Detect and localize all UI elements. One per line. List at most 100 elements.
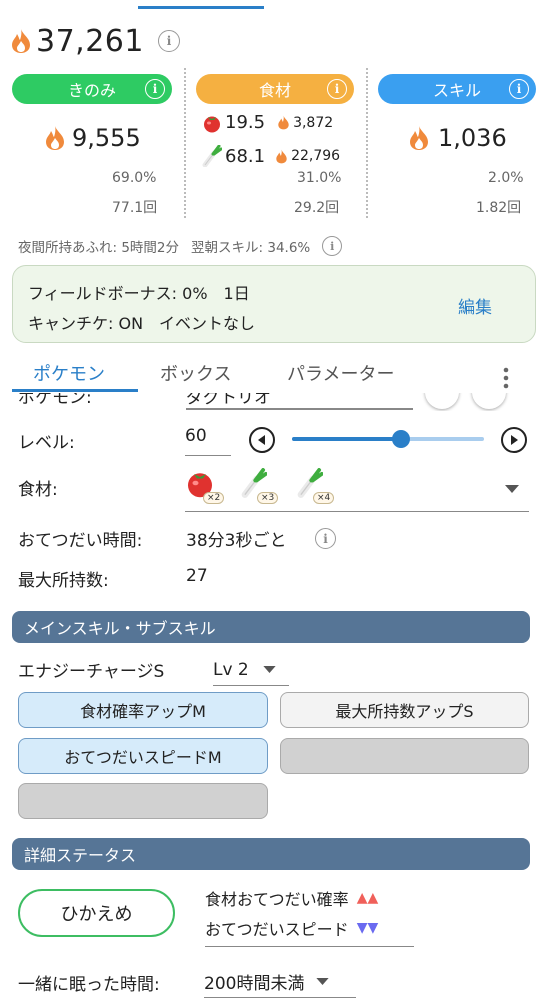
total-strength: 37,261 i [10, 22, 180, 60]
dropdown-caret-icon [505, 485, 519, 493]
ingredient-pill: 食材 i [196, 74, 354, 104]
name-underline [186, 408, 413, 410]
berry-strength: 9,555 [44, 124, 141, 152]
sub-skill-3[interactable]: おてつだいスピードM [18, 738, 268, 774]
sub-skill-2[interactable]: 最大所持数アップS [280, 692, 529, 728]
max-carry-value: 27 [186, 566, 208, 586]
berry-value: 9,555 [72, 124, 141, 152]
fire-icon [12, 29, 30, 53]
nature-down-label: おてつだいスピード [205, 920, 349, 939]
level-decrease-button[interactable] [249, 427, 275, 453]
skill-info-icon[interactable]: i [509, 79, 529, 99]
help-time-info-icon[interactable]: i [315, 528, 336, 549]
dropdown-caret-icon [263, 666, 276, 673]
skill-value: 1,036 [438, 124, 507, 152]
level-increase-button[interactable] [501, 427, 527, 453]
tab-box[interactable]: ボックス [160, 360, 231, 386]
ingredient-row-1: 19.5 3,872 [202, 112, 333, 133]
tab-parameters[interactable]: パラメーター [287, 360, 394, 386]
sub-skill-1[interactable]: 食材確率アップM [18, 692, 268, 728]
ingredient-info-icon[interactable]: i [327, 79, 347, 99]
night-note: 夜間所持あふれ: 5時間2分 翌朝スキル: 34.6% i [18, 236, 343, 256]
skills-section-header: メインスキル・サブスキル [12, 611, 530, 643]
divider [366, 68, 368, 218]
berry-pill: きのみ i [12, 74, 172, 104]
ingredient-strength-1: 3,872 [293, 114, 334, 131]
tab-pokemon[interactable]: ポケモン [33, 360, 105, 386]
main-skill-level-select[interactable]: Lv 2 [213, 654, 289, 686]
skill-label: スキル [432, 81, 481, 100]
total-info-icon[interactable]: i [157, 30, 180, 52]
ingredients-label: 食材: [18, 480, 58, 500]
main-skill-name: エナジーチャージS [18, 662, 165, 682]
tab-active-indicator [12, 389, 138, 392]
level-label: レベル: [18, 433, 75, 453]
fire-icon [276, 149, 287, 163]
event-line: キャンチケ: ON イベントなし [28, 314, 256, 333]
night-overflow: 夜間所持あふれ: 5時間2分 [18, 240, 180, 256]
fire-icon [46, 126, 64, 150]
help-time-value: 38分3秒ごと [186, 531, 287, 551]
berry-info-icon[interactable]: i [145, 79, 165, 99]
pokemon-ingredient-button[interactable] [425, 393, 459, 409]
top-tab-indicator [138, 6, 264, 9]
pokemon-name-value[interactable]: ダグトリオ [186, 393, 271, 408]
sleep-time-select[interactable]: 200時間未満 [204, 966, 356, 998]
ingredient-label: 食材 [258, 81, 291, 100]
notes-info-icon[interactable]: i [322, 236, 343, 256]
dropdown-caret-icon [316, 978, 330, 985]
more-menu-icon[interactable] [502, 366, 510, 390]
leek-icon [202, 145, 222, 167]
nature-down-marks: ▼▼ [356, 920, 379, 936]
skill-count: 1.82回 [476, 200, 522, 216]
sub-skill-slot-empty[interactable] [280, 738, 529, 774]
ingredient-amount-1: 19.5 [225, 112, 266, 133]
berry-count: 77.1回 [112, 200, 158, 216]
level-slider-thumb[interactable] [392, 430, 411, 448]
sleep-time-value: 200時間未満 [204, 974, 305, 994]
skill-percent: 2.0% [488, 170, 524, 186]
ingredient-percent: 31.0% [297, 170, 342, 186]
skill-strength: 1,036 [408, 124, 507, 152]
fire-icon [278, 115, 289, 130]
edit-button[interactable]: 編集 [458, 293, 492, 318]
pokemon-berry-button[interactable] [472, 393, 506, 409]
ingredient-row-2: 68.1 22,796 [202, 145, 340, 167]
ingredient-amount-2: 68.1 [225, 145, 266, 167]
tomato-icon [204, 116, 220, 132]
nature-button[interactable]: ひかえめ [18, 889, 175, 937]
main-skill-level: Lv 2 [213, 659, 249, 680]
ingredient-slot-3: ×4 [297, 466, 337, 510]
level-slider-fill [292, 437, 402, 441]
morning-skill: 翌朝スキル: 34.6% [191, 240, 311, 256]
level-value: 60 [185, 426, 207, 446]
level-slider[interactable] [292, 430, 484, 448]
ingredient-strength-2: 22,796 [291, 148, 341, 164]
ingredient-qty-1: ×2 [203, 492, 225, 504]
ingredient-qty-3: ×4 [313, 492, 335, 504]
nature-up-marks: ▲▲ [356, 890, 379, 906]
ingredient-count: 29.2回 [294, 200, 340, 216]
skill-pill: スキル i [378, 74, 536, 104]
field-bonus-card[interactable]: フィールドボーナス: 0% 1日 キャンチケ: ON イベントなし 編集 [12, 265, 536, 343]
details-section-header: 詳細ステータス [12, 838, 530, 870]
ingredient-qty-2: ×3 [257, 492, 279, 504]
help-time-label: おてつだい時間: [18, 531, 143, 551]
ingredient-slot-2: ×3 [241, 466, 281, 510]
berry-label: きのみ [67, 81, 116, 100]
max-carry-label: 最大所持数: [18, 571, 109, 591]
field-bonus-line: フィールドボーナス: 0% 1日 [28, 284, 250, 303]
berry-percent: 69.0% [112, 170, 157, 186]
divider [184, 68, 186, 218]
sub-skill-slot-empty[interactable] [18, 783, 268, 819]
nature-up-label: 食材おてつだい確率 [205, 890, 349, 909]
nature-effects: 食材おてつだい確率 ▲▲ おてつだいスピード ▼▼ [205, 884, 414, 947]
pokemon-name-row: ポケモン: ダグトリオ [0, 393, 547, 411]
tab-bar: ポケモン ボックス パラメーター [0, 352, 547, 394]
fire-icon [410, 126, 428, 150]
pokemon-name-label: ポケモン: [18, 393, 92, 408]
ingredient-slot-1: ×2 [185, 466, 225, 510]
level-input[interactable]: 60 [185, 426, 231, 456]
ingredients-select[interactable]: ×2 ×3 ×4 [185, 466, 529, 512]
sleep-time-label: 一緒に眠った時間: [18, 975, 160, 995]
